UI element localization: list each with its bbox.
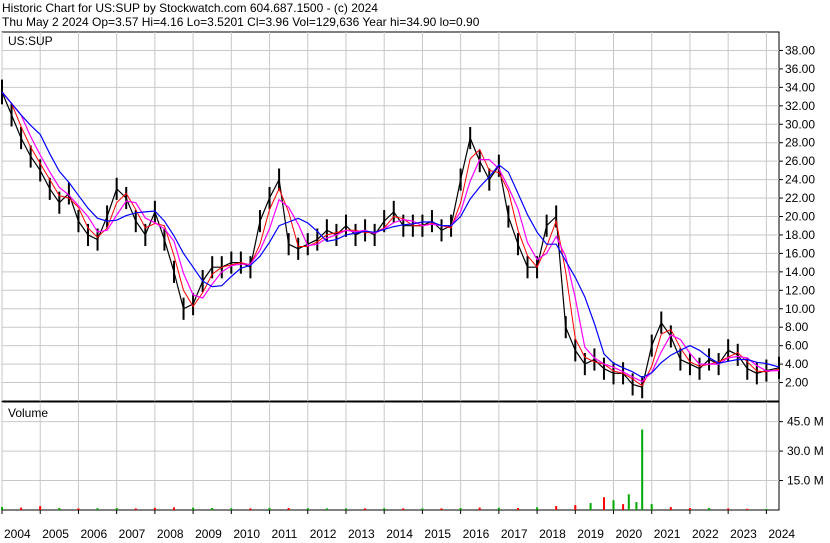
volume-bar [536,507,539,510]
x-tick-label: 2017 [501,527,528,541]
price-tick-label: 14.00 [785,265,815,279]
price-tick-label: 22.00 [785,191,815,205]
volume-bar [306,508,309,510]
x-tick-label: 2016 [463,527,490,541]
volume-bar [497,507,500,510]
x-tick-label: 2024 [768,527,795,541]
volume-bar [192,507,195,510]
price-tick-label: 34.00 [785,80,815,94]
price-tick-label: 8.00 [785,320,809,334]
price-tick-label: 32.00 [785,99,815,113]
volume-bar [58,508,61,510]
volume-bar [746,508,749,510]
price-tick-label: 38.00 [785,43,815,57]
price-tick-label: 20.00 [785,210,815,224]
x-tick-label: 2020 [616,527,643,541]
x-tick-label: 2005 [42,527,69,541]
volume-bar [1,507,3,510]
volume-bar [727,508,730,510]
volume-bar [153,507,156,510]
price-tick-label: 36.00 [785,62,815,76]
volume-bar [115,508,118,510]
x-tick-label: 2007 [119,527,146,541]
volume-bar [402,508,405,510]
volume-bar [459,508,462,510]
x-tick-label: 2009 [195,527,222,541]
volume-bar [517,508,519,510]
volume-bar [77,508,80,510]
volume-bar [230,508,233,510]
volume-bar [20,507,23,510]
volume-bar [708,508,711,510]
price-tick-label: 26.00 [785,154,815,168]
price-tick-label: 6.00 [785,339,809,353]
volume-bar [688,508,691,510]
price-tick-label: 12.00 [785,283,815,297]
price-tick-label: 10.00 [785,302,815,316]
volume-bar [364,508,367,510]
volume-bar [641,429,644,510]
x-tick-label: 2010 [233,527,260,541]
volume-bar [669,507,672,510]
x-tick-label: 2011 [272,527,298,541]
x-tick-label: 2014 [386,527,413,541]
x-tick-label: 2004 [4,527,31,541]
price-tick-label: 30.00 [785,117,815,131]
volume-bar [478,507,481,510]
volume-bar [345,508,347,510]
x-tick-label: 2012 [310,527,337,541]
volume-bar [39,506,42,510]
volume-bar [627,494,630,510]
volume-bar [249,508,252,510]
x-tick-label: 2006 [80,527,107,541]
x-tick-label: 2013 [348,527,375,541]
price-tick-label: 4.00 [785,357,809,371]
stock-chart: 38.00 36.00 34.00 32.00 30.00 28.00 26.00 24.00… [1,31,824,541]
price-tick-label: 24.00 [785,173,815,187]
x-tick-label: 2021 [654,527,681,541]
volume-bar [612,500,615,510]
x-tick-label: 2022 [692,527,719,541]
volume-bar [555,506,558,510]
volume-bar [383,508,386,510]
volume-bar [173,507,175,510]
volume-bar [574,505,577,510]
volume-bar [421,508,424,510]
volume-bar [622,504,625,510]
volume-panel-title: Volume [8,406,48,420]
x-tick-label: 2019 [577,527,604,541]
volume-bar [96,508,99,510]
x-tick-label: 2008 [157,527,184,541]
volume-bar [440,508,443,510]
volume-bar [603,497,605,510]
x-tick-label: 2018 [539,527,566,541]
volume-tick-label: 15.0 M [787,474,824,488]
x-tick-label: 2015 [424,527,451,541]
volume-bar [635,502,638,510]
volume-tick-label: 30.0 M [787,444,824,458]
price-tick-label: 2.00 [785,376,809,390]
volume-bar [134,508,137,510]
volume-bar [325,508,328,510]
price-panel-title: US:SUP [8,34,53,48]
volume-panel-frame [1,401,780,511]
volume-bar [765,509,768,510]
volume-bar [211,508,214,510]
price-tick-label: 28.00 [785,136,815,150]
x-tick-label: 2023 [730,527,757,541]
price-tick-label: 16.00 [785,246,815,260]
volume-bar [589,503,592,510]
volume-tick-label: 45.0 M [787,415,824,429]
price-tick-label: 18.00 [785,228,815,242]
volume-bar [650,504,653,510]
volume-bar [268,507,271,510]
volume-bar [287,508,290,510]
